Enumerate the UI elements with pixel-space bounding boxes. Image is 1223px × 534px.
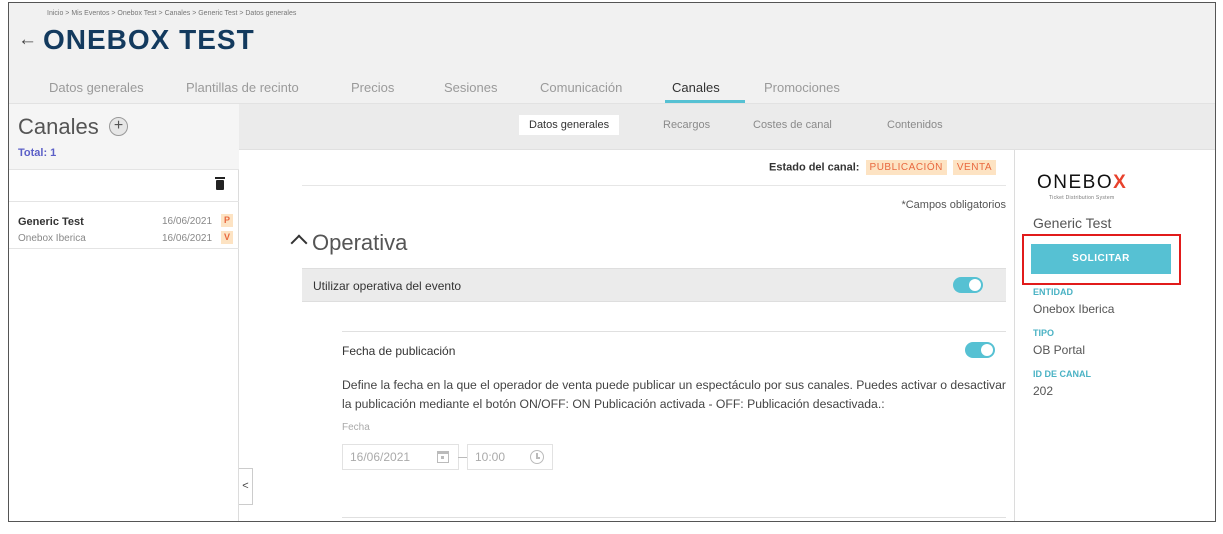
- channels-sidebar: Canales + Total: 1 Generic Test Onebox I…: [9, 104, 239, 521]
- fecha-field-label: Fecha: [342, 422, 370, 433]
- status-label: Estado del canal:: [768, 161, 860, 174]
- collapse-sidebar-button[interactable]: <: [239, 468, 253, 505]
- tab-canales[interactable]: Canales: [672, 80, 720, 95]
- tab-comunicacion[interactable]: Comunicación: [540, 80, 622, 95]
- tab-plantillas-de-recinto[interactable]: Plantillas de recinto: [186, 80, 299, 95]
- operativa-toggle[interactable]: [953, 277, 983, 293]
- sidebar-title: Canales: [18, 114, 99, 139]
- divider: [302, 185, 1006, 186]
- subtab-datos-generales[interactable]: Datos generales: [519, 115, 620, 135]
- tab-promociones[interactable]: Promociones: [764, 80, 840, 95]
- operativa-label: Utilizar operativa del evento: [313, 279, 462, 293]
- publication-badge: P: [221, 214, 233, 227]
- publication-date: 16/06/2021: [162, 216, 213, 227]
- operativa-row: Utilizar operativa del evento: [302, 268, 1006, 302]
- time-input[interactable]: 10:00: [467, 444, 553, 470]
- calendar-icon[interactable]: [437, 451, 449, 463]
- sidebar-header: Canales + Total: 1: [9, 104, 239, 170]
- page-title: ONEBOX TEST: [43, 24, 255, 55]
- subtab-contenidos[interactable]: Contenidos: [887, 119, 943, 131]
- back-arrow-icon[interactable]: ←: [18, 29, 37, 51]
- channel-entity: Onebox Iberica: [18, 233, 86, 244]
- entidad-value: Onebox Iberica: [1033, 302, 1115, 316]
- sale-date: 16/06/2021: [162, 233, 213, 244]
- channel-status: Estado del canal: PUBLICACIÓN VENTA: [769, 160, 996, 175]
- main-content: < Estado del canal: PUBLICACIÓN VENTA *C…: [239, 150, 1014, 521]
- status-badge-publicacion: PUBLICACIÓN: [865, 160, 947, 175]
- id-canal-value: 202: [1033, 384, 1054, 398]
- tipo-value: OB Portal: [1033, 343, 1086, 357]
- date-value: 16/06/2021: [350, 450, 411, 464]
- main-tabs: Datos generales Plantillas de recinto Pr…: [9, 80, 1215, 104]
- active-tab-indicator: [665, 100, 745, 103]
- fecha-publicacion-toggle[interactable]: [965, 342, 995, 358]
- breadcrumb[interactable]: Inicio > Mis Eventos > Onebox Test > Can…: [47, 10, 296, 17]
- tab-sesiones[interactable]: Sesiones: [444, 80, 497, 95]
- channel-subnav: Datos generales Recargos Costes de canal…: [239, 104, 1215, 150]
- divider: [342, 517, 1006, 518]
- subtab-recargos[interactable]: Recargos: [663, 119, 710, 131]
- channel-title: Generic Test: [1033, 215, 1112, 231]
- entidad-label: ENTIDAD: [1033, 287, 1073, 297]
- section-title: Operativa: [312, 230, 408, 255]
- header: Inicio > Mis Eventos > Onebox Test > Can…: [9, 3, 1215, 104]
- add-channel-button[interactable]: +: [109, 117, 128, 136]
- channel-name: Generic Test: [18, 216, 84, 228]
- channel-info-panel: ONEBOX Ticket Distribution System Generi…: [1014, 150, 1215, 521]
- subtab-costes-de-canal[interactable]: Costes de canal: [753, 119, 832, 131]
- id-canal-label: ID DE CANAL: [1033, 369, 1091, 379]
- fecha-publicacion-label: Fecha de publicación: [342, 344, 456, 358]
- status-badge-venta: VENTA: [952, 160, 996, 175]
- trash-icon[interactable]: [215, 177, 225, 190]
- tab-datos-generales[interactable]: Datos generales: [49, 80, 144, 95]
- app-window: Inicio > Mis Eventos > Onebox Test > Can…: [8, 2, 1216, 522]
- onebox-logo: ONEBOX: [1037, 172, 1128, 193]
- sale-badge: V: [221, 231, 233, 244]
- clock-icon[interactable]: [530, 450, 544, 464]
- logo-tagline: Ticket Distribution System: [1049, 195, 1115, 201]
- solicitar-button[interactable]: SOLICITAR: [1031, 244, 1171, 274]
- time-value: 10:00: [475, 450, 506, 464]
- tab-precios[interactable]: Precios: [351, 80, 394, 95]
- channels-total: Total: 1: [18, 147, 57, 159]
- mandatory-fields-note: *Campos obligatorios: [901, 199, 1006, 211]
- fecha-description: Define la fecha en la que el operador de…: [342, 378, 1006, 411]
- date-input[interactable]: 16/06/2021: [342, 444, 459, 470]
- chevron-up-icon[interactable]: [290, 234, 308, 252]
- tipo-label: TIPO: [1033, 328, 1055, 338]
- divider: [342, 331, 1006, 332]
